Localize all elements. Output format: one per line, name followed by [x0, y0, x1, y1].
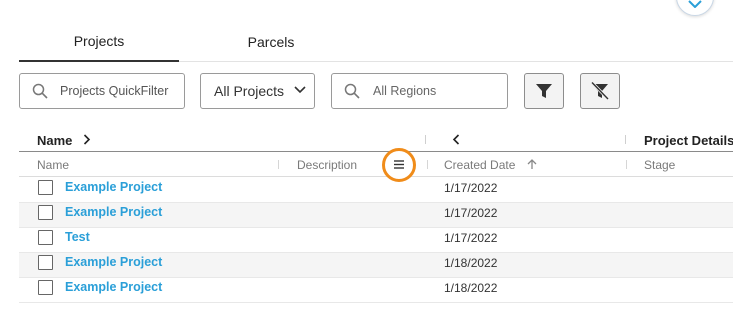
- created-date-cell: 1/17/2022: [444, 231, 498, 245]
- table-row: Example Project 1/18/2022: [19, 278, 733, 303]
- column-header-row: Name Description Created Date Stage: [19, 148, 733, 182]
- project-name-link[interactable]: Example Project: [65, 180, 162, 194]
- projects-select-value: All Projects: [214, 83, 285, 99]
- group-header-project-details[interactable]: Project Details: [644, 133, 733, 148]
- column-menu-button[interactable]: [382, 148, 416, 182]
- created-date-cell: 1/18/2022: [444, 256, 498, 270]
- chevron-left-icon[interactable]: [452, 134, 460, 145]
- row-checkbox[interactable]: [38, 230, 53, 245]
- column-header-stage[interactable]: Stage: [644, 158, 675, 172]
- project-name-link[interactable]: Example Project: [65, 255, 162, 269]
- row-checkbox[interactable]: [38, 255, 53, 270]
- funnel-clear-icon: [591, 82, 609, 100]
- table-row: Example Project 1/17/2022: [19, 178, 733, 203]
- projects-quickfilter-input[interactable]: Projects QuickFilter: [19, 73, 185, 109]
- table-body: Example Project 1/17/2022 Example Projec…: [19, 178, 733, 303]
- projects-select[interactable]: All Projects: [200, 73, 315, 109]
- column-resize-handle[interactable]: [278, 160, 279, 169]
- search-icon: [344, 83, 360, 99]
- column-header-created-date[interactable]: Created Date: [444, 158, 515, 172]
- project-name-link[interactable]: Example Project: [65, 280, 162, 294]
- sort-ascending-icon[interactable]: [527, 159, 537, 170]
- column-separator[interactable]: [425, 135, 426, 144]
- chevron-right-icon[interactable]: [83, 134, 91, 145]
- created-date-cell: 1/17/2022: [444, 181, 498, 195]
- column-separator[interactable]: [625, 135, 626, 144]
- tab-bar: Projects Parcels: [19, 22, 733, 62]
- regions-placeholder: All Regions: [373, 84, 437, 98]
- tab-projects[interactable]: Projects: [19, 22, 179, 62]
- search-icon: [32, 83, 48, 99]
- clear-filter-button[interactable]: [580, 73, 620, 109]
- regions-search-input[interactable]: All Regions: [331, 73, 508, 109]
- tab-parcels[interactable]: Parcels: [191, 22, 351, 62]
- created-date-cell: 1/18/2022: [444, 281, 498, 295]
- chevron-down-icon: [688, 0, 702, 8]
- project-name-link[interactable]: Example Project: [65, 205, 162, 219]
- table-row: Example Project 1/17/2022: [19, 203, 733, 228]
- menu-icon: [394, 160, 404, 169]
- chevron-down-icon: [294, 86, 306, 94]
- row-checkbox[interactable]: [38, 205, 53, 220]
- column-header-name[interactable]: Name: [37, 158, 69, 172]
- collapse-toggle-button[interactable]: [676, 0, 714, 16]
- column-resize-handle[interactable]: [626, 160, 627, 169]
- quickfilter-placeholder: Projects QuickFilter: [60, 84, 169, 98]
- project-name-link[interactable]: Test: [65, 230, 90, 244]
- group-header-name[interactable]: Name: [37, 133, 72, 148]
- column-resize-handle[interactable]: [427, 160, 428, 169]
- row-checkbox[interactable]: [38, 280, 53, 295]
- filter-button[interactable]: [524, 73, 564, 109]
- table-row: Test 1/17/2022: [19, 228, 733, 253]
- created-date-cell: 1/17/2022: [444, 206, 498, 220]
- column-header-description[interactable]: Description: [297, 158, 357, 172]
- funnel-icon: [536, 84, 552, 98]
- row-checkbox[interactable]: [38, 180, 53, 195]
- column-group-header-row: Name Project Details: [19, 130, 733, 152]
- table-row: Example Project 1/18/2022: [19, 253, 733, 278]
